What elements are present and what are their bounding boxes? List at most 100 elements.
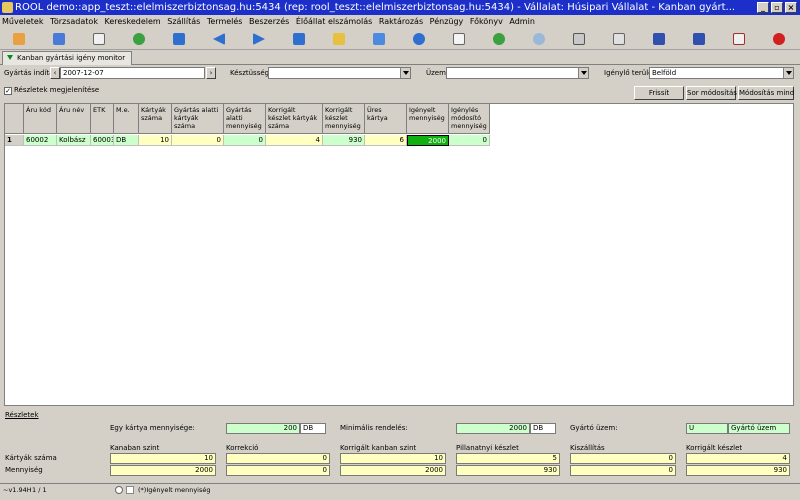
- area-select[interactable]: Belföld: [649, 67, 794, 79]
- min-order-value[interactable]: 2000: [456, 423, 530, 434]
- plant-name[interactable]: Gyártó üzem: [728, 423, 790, 434]
- table-cell[interactable]: 0: [224, 135, 266, 146]
- tab-kanban-monitor[interactable]: Kanban gyártási igény monitor: [2, 51, 133, 65]
- cards-correction-value[interactable]: 0: [226, 453, 330, 464]
- plant-code[interactable]: U: [686, 423, 728, 434]
- menu-fokonyv[interactable]: Főkönyv: [468, 15, 505, 28]
- window-title: ROOL demo::app_teszt::elelmiszerbiztonsa…: [15, 2, 736, 13]
- chevron-down-icon: [578, 68, 588, 78]
- start-date-input[interactable]: 2007-12-07: [60, 67, 205, 79]
- toolbar-prev-button[interactable]: [204, 30, 234, 48]
- table-cell[interactable]: 60003: [91, 135, 114, 146]
- table-cell[interactable]: 6: [365, 135, 407, 146]
- column-header[interactable]: Igényelt mennyiség: [407, 104, 449, 134]
- table-cell[interactable]: 0: [449, 135, 490, 146]
- column-header[interactable]: Áru kód: [24, 104, 57, 134]
- column-header[interactable]: Korrigált készlet mennyiség: [323, 104, 365, 134]
- close-window-button[interactable]: ×: [785, 2, 797, 13]
- column-header[interactable]: Gyártás alatti mennyiség: [224, 104, 266, 134]
- menu-eloallat[interactable]: Élőállat elszámolás: [294, 15, 375, 28]
- column-header[interactable]: M.e.: [114, 104, 139, 134]
- toolbar-info-button[interactable]: [404, 30, 434, 48]
- cards-current-stock-value[interactable]: 5: [456, 453, 560, 464]
- card-qty-value[interactable]: 200: [226, 423, 300, 434]
- qty-corrected-kanban-value[interactable]: 2000: [340, 465, 446, 476]
- refresh-icon: [133, 33, 145, 45]
- toolbar-exit-button[interactable]: [764, 30, 794, 48]
- toolbar-save-button[interactable]: [84, 30, 114, 48]
- details-panel: Részletek Egy kártya mennyisége: 200 DB …: [0, 408, 800, 490]
- menu-muveletek[interactable]: Műveletek: [0, 15, 45, 28]
- menu-admin[interactable]: Admin: [507, 15, 537, 28]
- product-select[interactable]: [268, 67, 411, 79]
- toolbar-last-button[interactable]: [284, 30, 314, 48]
- qty-delivery-value[interactable]: 0: [570, 465, 676, 476]
- toolbar-frame-button[interactable]: [724, 30, 754, 48]
- legend-radio[interactable]: [115, 486, 123, 494]
- date-next-button[interactable]: ›: [206, 67, 216, 79]
- toolbar-search-button[interactable]: [524, 30, 554, 48]
- table-cell[interactable]: 4: [266, 135, 323, 146]
- modify-all-button[interactable]: Módosítás mind: [738, 86, 794, 100]
- menu-termeles[interactable]: Termelés: [205, 15, 245, 28]
- toolbar-edit-button[interactable]: [324, 30, 354, 48]
- minimize-button[interactable]: _: [757, 2, 769, 13]
- qty-current-stock-value[interactable]: 930: [456, 465, 560, 476]
- toolbar-list-button[interactable]: [564, 30, 594, 48]
- qty-corrected-stock-value[interactable]: 930: [686, 465, 790, 476]
- table-cell[interactable]: 10: [139, 135, 172, 146]
- cards-kanban-value[interactable]: 10: [110, 453, 216, 464]
- column-header[interactable]: Gyártás alatti kártyák száma: [172, 104, 224, 134]
- toolbar-grid-button[interactable]: [644, 30, 674, 48]
- menu-kereskedelem[interactable]: Kereskedelem: [103, 15, 163, 28]
- column-header[interactable]: Korrigált készlet kártyák száma: [266, 104, 323, 134]
- kanban-grid: Áru kód Áru név ETK M.e. Kártyák száma G…: [4, 103, 794, 406]
- toolbar-new-button[interactable]: [4, 30, 34, 48]
- qty-kanban-value[interactable]: 2000: [110, 465, 216, 476]
- min-order-label: Minimális rendelés:: [340, 424, 408, 432]
- window-icon: [453, 33, 465, 45]
- table-cell[interactable]: Kolbász: [57, 135, 91, 146]
- date-prev-button[interactable]: ‹: [50, 67, 60, 79]
- column-header[interactable]: Áru név: [57, 104, 91, 134]
- menu-torzsadatok[interactable]: Törzsadatok: [48, 15, 100, 28]
- exit-icon: [773, 33, 785, 45]
- toolbar-window-button[interactable]: [444, 30, 474, 48]
- column-header[interactable]: ETK: [91, 104, 114, 134]
- toolbar-refresh-button[interactable]: [124, 30, 154, 48]
- cards-corrected-stock-value[interactable]: 4: [686, 453, 790, 464]
- min-order-unit: DB: [530, 423, 556, 434]
- row-modify-button[interactable]: Sor módosítás: [686, 86, 737, 100]
- toolbar-recycle-button[interactable]: [484, 30, 514, 48]
- toolbar-first-button[interactable]: [164, 30, 194, 48]
- restore-button[interactable]: ▫: [771, 2, 783, 13]
- menu-raktarozas[interactable]: Raktározás: [377, 15, 425, 28]
- version-text: ~v1.94H: [3, 486, 32, 494]
- toolbar-columns-button[interactable]: [684, 30, 714, 48]
- column-header[interactable]: Igénylés módosító mennyiség: [449, 104, 490, 134]
- toolbar-open-button[interactable]: [44, 30, 74, 48]
- table-cell[interactable]: 0: [172, 135, 224, 146]
- plant-select[interactable]: [446, 67, 589, 79]
- toolbar-db-button[interactable]: [364, 30, 394, 48]
- qty-correction-value[interactable]: 0: [226, 465, 330, 476]
- table-cell[interactable]: 930: [323, 135, 365, 146]
- column-header[interactable]: Kártyák száma: [139, 104, 172, 134]
- toolbar-print-button[interactable]: [604, 30, 634, 48]
- toolbar-next-button[interactable]: [244, 30, 274, 48]
- first-record-icon: [173, 33, 185, 45]
- menu-szallitas[interactable]: Szállítás: [165, 15, 202, 28]
- table-cell-selected[interactable]: 2000: [407, 135, 449, 146]
- edit-icon: [333, 33, 345, 45]
- refresh-button[interactable]: Frissít: [634, 86, 684, 100]
- cards-row-label: Kártyák száma: [5, 454, 57, 462]
- cards-corrected-kanban-value[interactable]: 10: [340, 453, 446, 464]
- cards-delivery-value[interactable]: 0: [570, 453, 676, 464]
- menu-penzugy[interactable]: Pénzügy: [428, 15, 466, 28]
- table-cell[interactable]: DB: [114, 135, 139, 146]
- table-cell[interactable]: 60002: [24, 135, 57, 146]
- menu-beszerzes[interactable]: Beszerzés: [247, 15, 291, 28]
- column-header[interactable]: Üres kártya: [365, 104, 407, 134]
- row-number[interactable]: 1: [5, 135, 24, 146]
- details-checkbox[interactable]: ✓: [4, 87, 12, 95]
